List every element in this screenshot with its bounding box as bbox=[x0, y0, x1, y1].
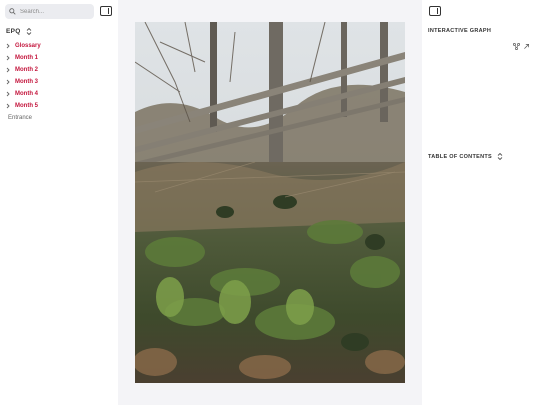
tree-item-label: Glossary bbox=[15, 43, 41, 49]
tree-item-label: Entrance bbox=[8, 115, 33, 121]
tree-item-label: Month 5 bbox=[15, 103, 38, 109]
tree-item-month-1[interactable]: Month 1 bbox=[6, 52, 41, 64]
chevron-right-icon bbox=[6, 67, 10, 73]
graph-section-title: INTERACTIVE GRAPH bbox=[428, 28, 491, 34]
file-tree: Glossary Month 1 Month 2 Month 3 Month 4… bbox=[6, 40, 41, 124]
search-icon bbox=[9, 8, 16, 15]
graph-icon[interactable] bbox=[513, 43, 520, 50]
tree-item-label: Month 2 bbox=[15, 67, 38, 73]
expand-icon[interactable] bbox=[523, 43, 530, 50]
overgrown-hedge-photo bbox=[135, 22, 405, 383]
right-sidebar: INTERACTIVE GRAPH TABLE OF CONTENTS bbox=[422, 0, 540, 405]
search-input[interactable] bbox=[20, 8, 88, 15]
panel-toggle-icon[interactable] bbox=[429, 6, 441, 16]
chevron-right-icon bbox=[6, 103, 10, 109]
toc-title: TABLE OF CONTENTS bbox=[428, 153, 492, 160]
note-photo bbox=[135, 22, 405, 383]
toc-section-title[interactable]: TABLE OF CONTENTS bbox=[428, 152, 503, 161]
tree-item-month-4[interactable]: Month 4 bbox=[6, 88, 41, 100]
tree-item-month-5[interactable]: Month 5 bbox=[6, 100, 41, 112]
main-content bbox=[118, 0, 422, 405]
graph-controls bbox=[513, 43, 530, 50]
chevron-right-icon bbox=[6, 79, 10, 85]
chevron-updown-icon bbox=[26, 27, 31, 36]
chevron-updown-icon bbox=[497, 152, 503, 161]
tree-item-month-3[interactable]: Month 3 bbox=[6, 76, 41, 88]
search-box[interactable] bbox=[5, 4, 94, 19]
panel-toggle-icon[interactable] bbox=[100, 6, 112, 16]
left-sidebar: EPQ Glossary Month 1 Month 2 Month 3 Mon… bbox=[0, 0, 118, 405]
vault-selector[interactable]: EPQ bbox=[6, 27, 32, 36]
graph-title: INTERACTIVE GRAPH bbox=[428, 28, 492, 34]
tree-item-glossary[interactable]: Glossary bbox=[6, 40, 41, 52]
tree-item-label: Month 1 bbox=[15, 55, 38, 61]
tree-item-entrance[interactable]: Entrance bbox=[6, 112, 41, 124]
tree-item-month-2[interactable]: Month 2 bbox=[6, 64, 41, 76]
chevron-right-icon bbox=[6, 43, 10, 49]
tree-item-label: Month 4 bbox=[15, 91, 38, 97]
chevron-right-icon bbox=[6, 55, 10, 61]
vault-name: EPQ bbox=[6, 28, 21, 35]
chevron-right-icon bbox=[6, 91, 10, 97]
tree-item-label: Month 3 bbox=[15, 79, 38, 85]
